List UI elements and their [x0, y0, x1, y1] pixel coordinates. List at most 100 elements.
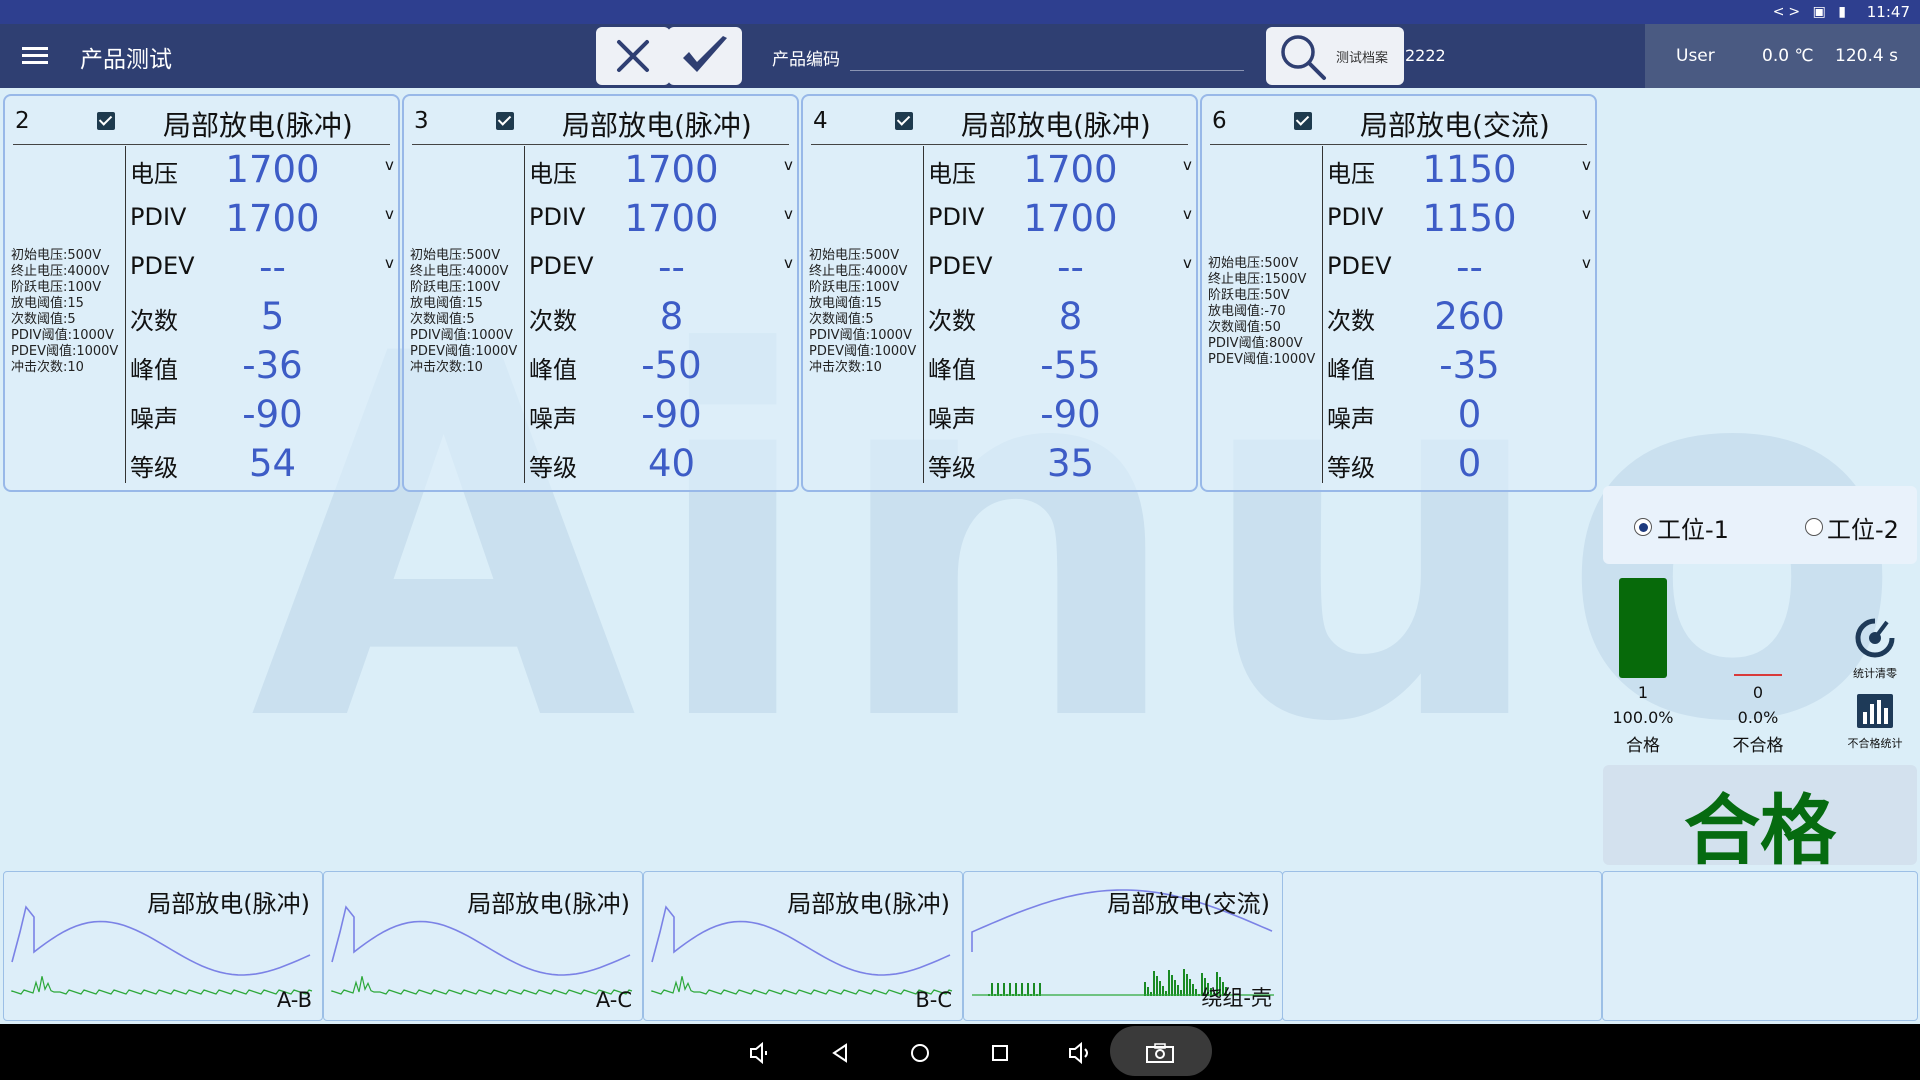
waveform-discharge-line: [11, 976, 313, 995]
measure-row: PDEV -- v: [529, 244, 793, 293]
test-card: 6 局部放电(交流) 初始电压:500V 终止电压:1500V 阶跃电压:50V 放电阈值…: [1200, 94, 1597, 492]
measure-row: 噪声 -90: [130, 391, 392, 440]
measure-row: 峰值 -36: [130, 342, 392, 391]
measure-value: --: [658, 246, 685, 289]
station-1-label[interactable]: 工位-1: [1657, 510, 1729, 545]
measure-row: 次数 8: [928, 293, 1190, 342]
test-result: 合格: [1684, 786, 1836, 875]
measure-row: 噪声 -90: [928, 391, 1190, 440]
station-2-radio[interactable]: [1805, 518, 1823, 536]
measure-value: 54: [248, 442, 297, 485]
card-number: 4: [813, 108, 828, 134]
measure-value: 260: [1434, 295, 1505, 338]
measure-unit: v: [1582, 205, 1591, 223]
waveform-title: 局部放电(脉冲): [787, 890, 950, 918]
measure-row: PDEV -- v: [1327, 244, 1591, 293]
measure-unit: v: [1582, 254, 1591, 272]
measure-row: 等级 54: [130, 440, 392, 489]
back-icon[interactable]: [820, 1036, 860, 1070]
card-header: 4 局部放电(脉冲): [811, 98, 1188, 145]
measure-value: --: [259, 246, 286, 289]
card-enable-checkbox[interactable]: [97, 112, 115, 130]
waveform-discharge-line: [331, 976, 633, 995]
user-label: User: [1676, 46, 1715, 66]
test-archive-button[interactable]: 测试档案: [1266, 27, 1404, 85]
param-line: 次数阈值:5: [410, 312, 475, 327]
measure-value: --: [1456, 246, 1483, 289]
test-card: 3 局部放电(脉冲) 初始电压:500V 终止电压:4000V 阶跃电压:100V 放电阈…: [402, 94, 799, 492]
station-2-label[interactable]: 工位-2: [1827, 510, 1899, 545]
measure-row: 电压 1700 v: [130, 146, 394, 195]
param-line: 初始电压:500V: [11, 248, 102, 263]
measure-label: 电压: [529, 160, 577, 188]
param-line: 初始电压:500V: [410, 248, 501, 263]
measure-label: PDEV: [130, 252, 195, 280]
menu-icon[interactable]: [22, 44, 48, 68]
test-card: 4 局部放电(脉冲) 初始电压:500V 终止电压:4000V 阶跃电压:100V 放电阈…: [801, 94, 1198, 492]
status-icons: <> ▣ ▮: [1772, 4, 1850, 20]
waveform-panel: 局部放电(交流) 绕组-壳: [963, 871, 1283, 1021]
waveform-discharge-bars: [988, 969, 1227, 996]
waveform-phase-label: A-B: [276, 988, 312, 1012]
duration-readout: 120.4 s: [1835, 46, 1898, 66]
card-enable-checkbox[interactable]: [1294, 112, 1312, 130]
measure-label: PDEV: [928, 252, 993, 280]
measure-row: PDIV 1700 v: [928, 195, 1192, 244]
param-line: 次数阈值:5: [809, 312, 874, 327]
measure-unit: v: [784, 254, 793, 272]
fail-stats-button[interactable]: 不合格统计: [1840, 690, 1910, 751]
bar-chart-icon: [1857, 694, 1893, 728]
measure-label: 次数: [529, 307, 577, 335]
card-number: 6: [1212, 108, 1227, 134]
param-line: PDIV阈值:1000V: [11, 328, 114, 343]
measure-value: -90: [242, 393, 303, 436]
waveform-phase-label: 绕组-壳: [1201, 986, 1272, 1010]
volume-up-icon[interactable]: [1060, 1036, 1100, 1070]
measure-unit: v: [784, 156, 793, 174]
card-enable-checkbox[interactable]: [895, 112, 913, 130]
card-title: 局部放电(脉冲): [163, 109, 353, 142]
product-code-value: 2222: [1405, 46, 1446, 65]
measure-value: 0: [1457, 393, 1482, 436]
measure-value: 0: [1457, 442, 1482, 485]
measure-label: 噪声: [928, 405, 976, 433]
measure-value: -36: [242, 344, 303, 387]
measure-value: 1700: [225, 197, 320, 240]
measure-unit: v: [385, 254, 394, 272]
measure-row: 次数 5: [130, 293, 392, 342]
param-line: 放电阈值:15: [11, 296, 84, 311]
measure-label: PDEV: [1327, 252, 1392, 280]
product-code-label: 产品编码: [772, 50, 840, 70]
product-code-input[interactable]: [850, 40, 1244, 71]
measure-label: PDIV: [1327, 203, 1384, 231]
card-header: 3 局部放电(脉冲): [412, 98, 789, 145]
station-1-radio[interactable]: [1634, 518, 1652, 536]
measure-row: 等级 40: [529, 440, 791, 489]
measure-value: 1700: [624, 197, 719, 240]
param-line: 次数阈值:50: [1208, 320, 1281, 335]
measure-label: PDEV: [529, 252, 594, 280]
home-icon[interactable]: [900, 1036, 940, 1070]
card-enable-checkbox[interactable]: [496, 112, 514, 130]
param-line: 冲击次数:10: [11, 360, 84, 375]
measure-value: -50: [641, 344, 702, 387]
param-line: 终止电压:4000V: [410, 264, 509, 279]
clear-stats-button[interactable]: 统计清零: [1840, 614, 1910, 681]
waveform-panel: 局部放电(脉冲) B-C: [643, 871, 963, 1021]
measure-value: -35: [1439, 344, 1500, 387]
confirm-button[interactable]: [668, 27, 742, 85]
search-icon: [1281, 35, 1326, 80]
clear-stats-label: 统计清零: [1853, 667, 1897, 680]
volume-down-icon[interactable]: [740, 1036, 780, 1070]
measure-unit: v: [784, 205, 793, 223]
waveform-panel-empty: [1282, 871, 1602, 1021]
cancel-button[interactable]: [596, 27, 670, 85]
system-nav-bar: [0, 1024, 1920, 1080]
param-line: 终止电压:4000V: [11, 264, 110, 279]
recents-icon[interactable]: [980, 1036, 1020, 1070]
param-line: 放电阈值:15: [809, 296, 882, 311]
param-line: PDEV阈值:1000V: [11, 344, 119, 359]
screenshot-icon[interactable]: [1140, 1036, 1180, 1070]
measure-row: 电压 1700 v: [928, 146, 1192, 195]
card-title: 局部放电(脉冲): [562, 109, 752, 142]
